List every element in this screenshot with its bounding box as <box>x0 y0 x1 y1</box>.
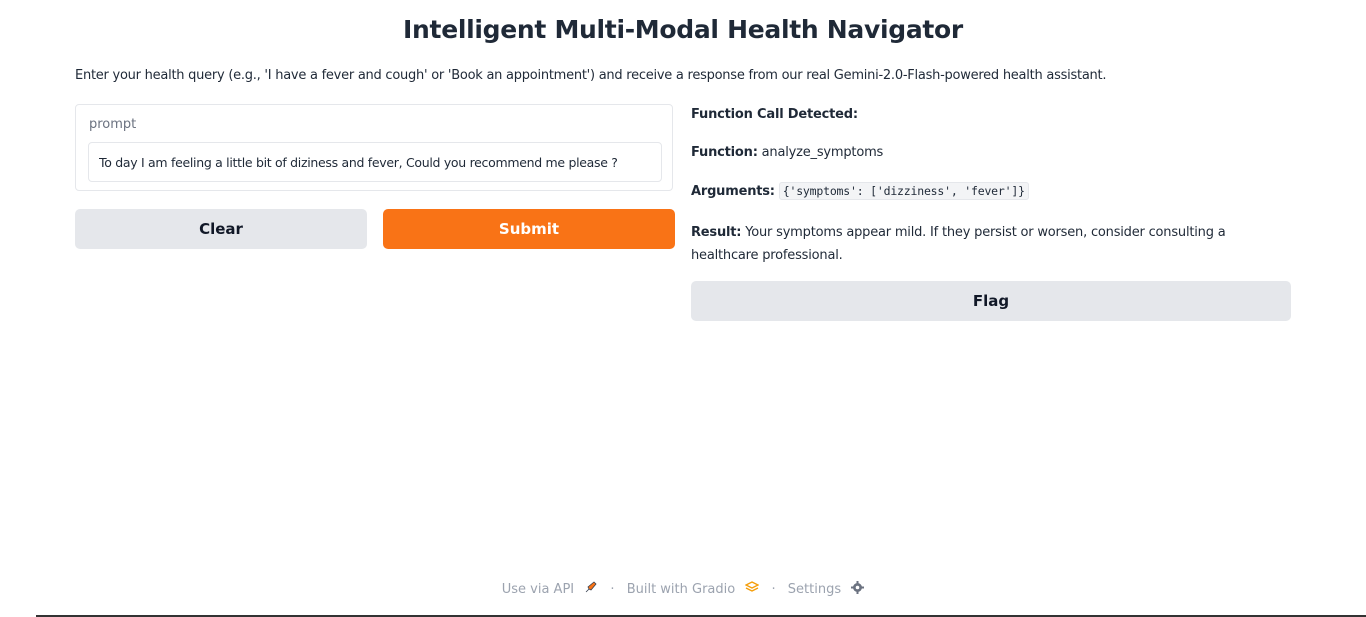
arguments-value: {'symptoms': ['dizziness', 'fever']} <box>778 182 1029 200</box>
result-line: Result: Your symptoms appear mild. If th… <box>691 221 1291 267</box>
settings-link[interactable]: Settings <box>788 580 865 598</box>
gear-icon <box>851 580 865 598</box>
function-line: Function: analyze_symptoms <box>691 145 883 160</box>
result-label: Result: <box>691 225 742 240</box>
page-description: Enter your health query (e.g., 'I have a… <box>75 68 1107 83</box>
prompt-input-block: prompt <box>75 104 673 191</box>
function-value: analyze_symptoms <box>761 145 884 160</box>
result-value: Your symptoms appear mild. If they persi… <box>691 225 1226 263</box>
prompt-label: prompt <box>89 117 137 132</box>
function-label: Function: <box>691 145 758 160</box>
footer-separator: · <box>610 581 615 597</box>
app-page: Intelligent Multi-Modal Health Navigator… <box>0 0 1366 617</box>
submit-button[interactable]: Submit <box>383 209 675 249</box>
function-call-heading: Function Call Detected: <box>691 107 858 122</box>
rocket-icon <box>584 580 598 598</box>
footer-separator: · <box>771 581 776 597</box>
arguments-line: Arguments: {'symptoms': ['dizziness', 'f… <box>691 182 1029 200</box>
built-with-gradio-link[interactable]: Built with Gradio <box>627 581 760 597</box>
footer: Use via API · Built with Gradio · Settin… <box>0 580 1366 598</box>
page-title: Intelligent Multi-Modal Health Navigator <box>403 15 963 44</box>
arguments-label: Arguments: <box>691 184 775 199</box>
clear-button[interactable]: Clear <box>75 209 367 249</box>
prompt-input[interactable] <box>88 142 662 182</box>
gradio-logo-icon <box>744 581 760 597</box>
flag-button[interactable]: Flag <box>691 281 1291 321</box>
use-via-api-link[interactable]: Use via API <box>502 580 599 598</box>
